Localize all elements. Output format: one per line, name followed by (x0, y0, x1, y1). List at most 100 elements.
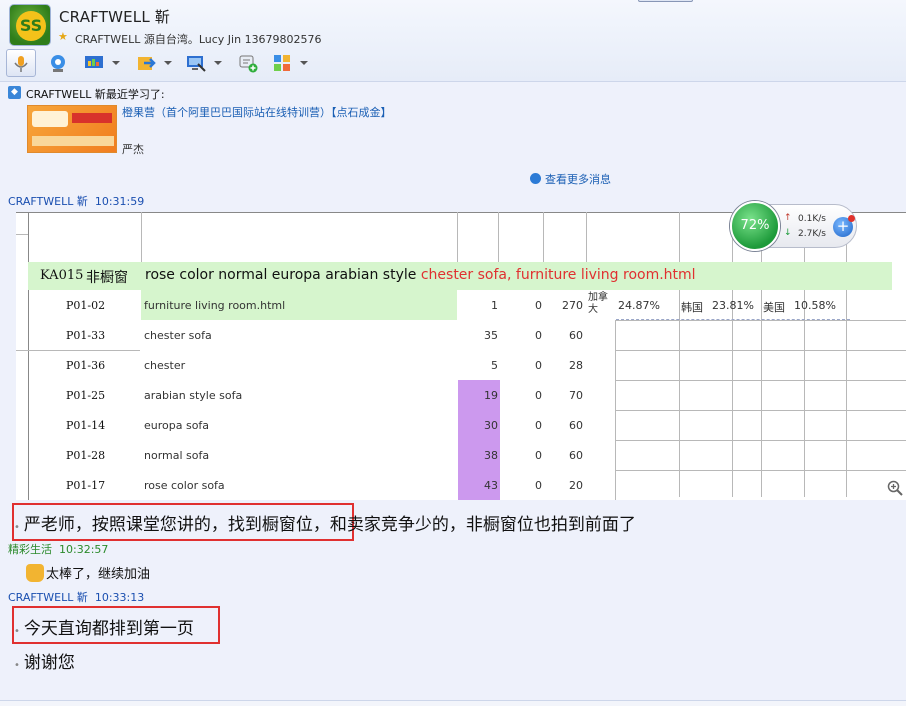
message-text: • 严老师，按照课堂您讲的，找到橱窗位，和卖家竞争少的，非橱窗位也拍到前面了 (14, 510, 636, 535)
row-keyword: chester (144, 359, 186, 372)
contact-name[interactable]: CRAFTWELL 靳 (59, 6, 170, 27)
product-title: rose color normal europa arabian style c… (145, 267, 696, 283)
zoom-icon[interactable] (887, 480, 903, 496)
sender-name: CRAFTWELL 靳 (8, 195, 88, 208)
add-contact-button[interactable] (234, 49, 262, 77)
row-value-a: 30 (484, 419, 498, 432)
sender-name: 精彩生活 (8, 543, 52, 556)
more-messages-link[interactable]: 查看更多消息 (530, 171, 611, 187)
more-messages-label: 查看更多消息 (545, 173, 611, 186)
bullet-icon: • (14, 522, 20, 533)
send-file-button[interactable] (134, 49, 176, 77)
learning-notice: CRAFTWELL 靳最近学习了: (26, 88, 165, 101)
country-pct: 23.81% (712, 299, 754, 312)
message-highlight: 严老师，按照课堂您讲的，找到橱窗位 (23, 515, 313, 535)
message-text: 太棒了，继续加油 (26, 563, 150, 582)
microphone-icon (14, 56, 28, 72)
notification-dot (848, 215, 855, 222)
message-body: 太棒了，继续加油 (46, 567, 151, 582)
country-name: 韩国 (681, 301, 703, 314)
message-header: CRAFTWELL 靳 10:31:59 (8, 193, 144, 209)
row-value-b: 0 (535, 329, 542, 342)
chevron-down-icon (214, 61, 222, 65)
chevron-down-icon (112, 61, 120, 65)
chevron-down-icon (164, 61, 172, 65)
row-value-c: 60 (569, 449, 583, 462)
course-thumbnail[interactable] (27, 105, 117, 153)
send-file-icon (138, 57, 156, 70)
row-id: P01-14 (66, 419, 106, 432)
remote-desktop-icon (187, 56, 206, 72)
country-pct: 24.87% (618, 299, 660, 312)
row-value-a: 35 (484, 329, 498, 342)
pasted-image[interactable]: KA015 非橱窗 rose color normal europa arabi… (16, 212, 906, 500)
row-value-c: 28 (569, 359, 583, 372)
course-author: 严杰 (122, 143, 144, 156)
row-value-a: 19 (484, 389, 498, 402)
screen-share-button[interactable] (82, 49, 124, 77)
country-pct: 10.58% (794, 299, 836, 312)
screen-share-icon (85, 56, 103, 68)
bullet-icon: • (14, 626, 20, 637)
zoom-in-icon (887, 480, 903, 496)
message-header: 精彩生活 10:32:57 (8, 541, 108, 557)
country-name: 加拿大 (588, 292, 608, 315)
thumbnail-shape (72, 113, 112, 123)
clock-icon (530, 173, 541, 184)
video-call-button[interactable] (44, 49, 72, 77)
row-keyword: rose color sofa (144, 479, 225, 492)
sender-name: CRAFTWELL 靳 (8, 591, 88, 604)
row-value-c: 60 (569, 419, 583, 432)
voice-call-button[interactable] (6, 49, 36, 77)
avatar-logo: SS (16, 11, 46, 41)
row-value-b: 0 (535, 419, 542, 432)
row-value-b: 0 (535, 479, 542, 492)
row-value-a: 38 (484, 449, 498, 462)
row-value-c: 20 (569, 479, 583, 492)
row-keyword: furniture living room.html (144, 299, 286, 312)
star-icon: ★ (58, 30, 68, 43)
chat-header: SS CRAFTWELL 靳 ★ CRAFTWELL 源自台湾。Lucy Jin… (0, 0, 906, 82)
row-keyword: europa sofa (144, 419, 210, 432)
boost-button[interactable]: + (833, 215, 855, 237)
message-time: 10:32:57 (59, 543, 109, 556)
download-arrow-icon: ↓ (784, 228, 792, 238)
row-id: P01-02 (66, 299, 106, 312)
row-value-a: 1 (491, 299, 498, 312)
row-keyword: normal sofa (144, 449, 210, 462)
avatar[interactable]: SS (9, 4, 51, 46)
row-value-b: 0 (535, 449, 542, 462)
row-value-c: 70 (569, 389, 583, 402)
chevron-down-icon (300, 61, 308, 65)
remote-desktop-button[interactable] (184, 49, 226, 77)
app-grid-icon (274, 55, 290, 71)
message-body: 谢谢您 (23, 653, 75, 673)
row-value-a: 5 (491, 359, 498, 372)
bullet-icon: • (14, 660, 20, 671)
product-title-black: rose color normal europa arabian style (145, 267, 417, 283)
product-code: KA015 (40, 268, 84, 283)
row-value-b: 0 (535, 389, 542, 402)
message-body: 今天直询都排到第一页 (23, 619, 194, 639)
apps-button[interactable] (268, 49, 312, 77)
row-id: P01-36 (66, 359, 106, 372)
upload-rate: 0.1K/s (798, 214, 826, 224)
row-value-b: 0 (535, 359, 542, 372)
message-text: • 今天直询都排到第一页 (14, 614, 194, 639)
course-title-link[interactable]: 橙果营（首个阿里巴巴国际站在线特训营）【点石成金】 (122, 104, 392, 120)
download-rate: 2.7K/s (798, 229, 826, 239)
video-icon (51, 55, 65, 72)
thumbs-up-icon (26, 564, 44, 582)
row-value-a: 43 (484, 479, 498, 492)
product-title-red: chester sofa, furniture living room.html (420, 267, 696, 283)
message-text: • 谢谢您 (14, 648, 75, 673)
network-monitor-widget[interactable]: 72% ↑ 0.1K/s ↓ 2.7K/s + (730, 201, 857, 251)
message-time: 10:31:59 (94, 195, 145, 208)
message-time: 10:33:13 (94, 591, 145, 604)
upload-arrow-icon: ↑ (784, 213, 792, 223)
add-contact-icon (239, 55, 258, 73)
input-toolbar-edge (0, 700, 906, 706)
window-control-button[interactable] (638, 0, 693, 2)
graduation-cap-icon: ◆ (8, 86, 21, 99)
country-name: 美国 (763, 301, 785, 314)
